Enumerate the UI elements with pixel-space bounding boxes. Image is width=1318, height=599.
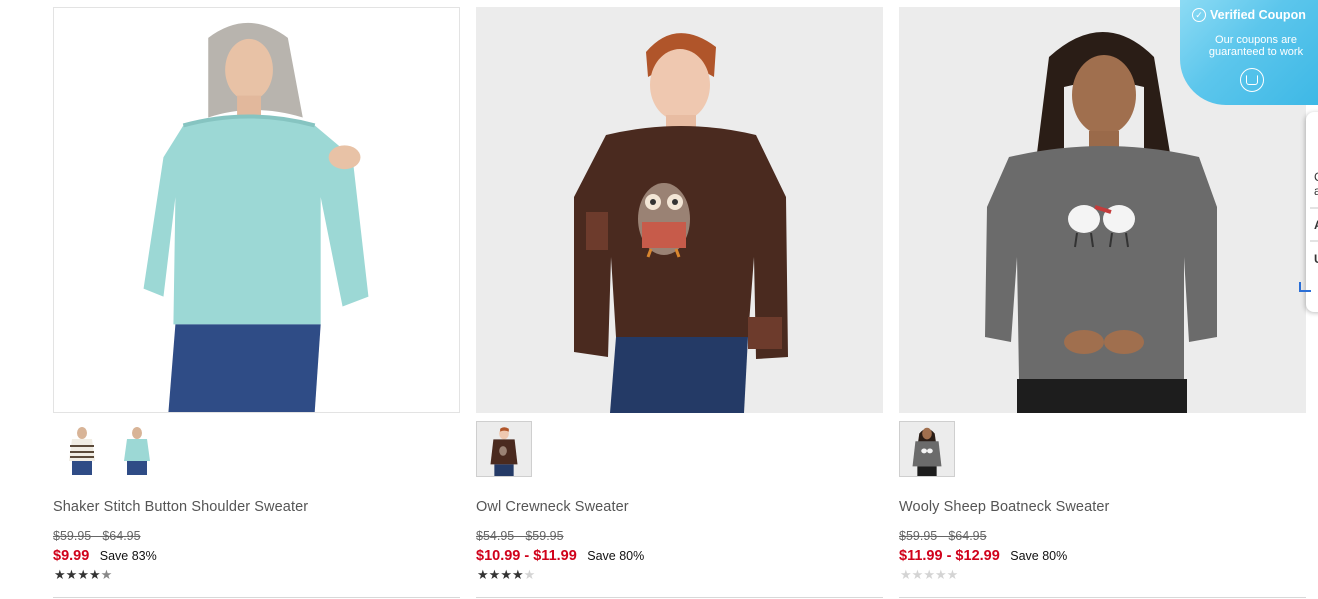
rating-stars: ★★★★★ xyxy=(477,567,535,583)
star-empty-icon: ★ xyxy=(911,567,924,582)
star-full-icon: ★ xyxy=(511,567,524,582)
coupon-header: ✓ Verified Coupon xyxy=(1192,8,1306,22)
save-percent: Save 80% xyxy=(1010,549,1068,563)
thumbnail-strip xyxy=(899,421,955,479)
side-panel-divider xyxy=(1310,207,1318,209)
star-empty-icon: ★ xyxy=(523,567,536,582)
price-row: $11.99 - $12.99 Save 80% xyxy=(899,547,1067,565)
star-half-icon: ★ xyxy=(100,567,113,582)
thumbnail-strip xyxy=(53,421,165,479)
product-title[interactable]: Shaker Stitch Button Shoulder Sweater xyxy=(53,499,308,515)
star-full-icon: ★ xyxy=(88,567,101,582)
price-row: $9.99 Save 83% xyxy=(53,547,157,565)
side-panel-text: a xyxy=(1314,184,1318,198)
product-card[interactable]: Owl Crewneck Sweater $54.95 - $59.95 $10… xyxy=(476,7,883,599)
divider xyxy=(476,597,883,598)
star-empty-icon: ★ xyxy=(923,567,935,582)
rating-stars: ★★★★★ xyxy=(54,567,112,583)
coupon-logo-icon[interactable] xyxy=(1240,68,1264,92)
coupon-subtitle: Our coupons are guaranteed to work xyxy=(1208,34,1304,58)
divider xyxy=(53,597,460,598)
thumbnail-sheep-sweater[interactable] xyxy=(899,421,955,477)
star-empty-icon: ★ xyxy=(946,567,959,582)
price-row: $10.99 - $11.99 Save 80% xyxy=(476,547,644,565)
side-panel-text: A xyxy=(1314,218,1318,232)
original-price: $59.95 - $64.95 xyxy=(53,529,141,543)
star-full-icon: ★ xyxy=(500,567,512,582)
save-percent: Save 83% xyxy=(99,549,157,563)
product-image[interactable] xyxy=(476,7,883,413)
verified-coupon-widget[interactable]: ✓ Verified Coupon Our coupons are guaran… xyxy=(1180,0,1318,105)
side-panel-text: C xyxy=(1314,170,1318,184)
sale-price: $9.99 xyxy=(53,548,90,564)
thumbnail-striped-sweater[interactable] xyxy=(53,421,109,477)
star-full-icon: ★ xyxy=(77,567,89,582)
product-card[interactable]: Shaker Stitch Button Shoulder Sweater $5… xyxy=(53,7,460,599)
product-image[interactable] xyxy=(53,7,460,413)
star-full-icon: ★ xyxy=(477,567,489,582)
original-price: $54.95 - $59.95 xyxy=(476,529,564,543)
side-panel-divider xyxy=(1310,240,1318,242)
corner-bracket-icon xyxy=(1299,282,1311,292)
side-panel[interactable]: C a A U xyxy=(1299,112,1318,312)
star-empty-icon: ★ xyxy=(934,567,947,582)
star-empty-icon: ★ xyxy=(900,567,912,582)
thumbnail-owl-sweater[interactable] xyxy=(476,421,532,477)
sale-price: $11.99 - $12.99 xyxy=(899,548,1000,564)
original-price: $59.95 - $64.95 xyxy=(899,529,987,543)
side-panel-text: U xyxy=(1314,252,1318,266)
star-full-icon: ★ xyxy=(488,567,501,582)
divider xyxy=(899,597,1306,598)
rating-stars: ★★★★★ xyxy=(900,567,958,583)
save-percent: Save 80% xyxy=(587,549,645,563)
check-circle-icon: ✓ xyxy=(1192,8,1206,22)
product-title[interactable]: Owl Crewneck Sweater xyxy=(476,499,629,515)
thumbnail-aqua-sweater[interactable] xyxy=(109,421,165,477)
sale-price: $10.99 - $11.99 xyxy=(476,548,577,564)
star-full-icon: ★ xyxy=(65,567,78,582)
product-title[interactable]: Wooly Sheep Boatneck Sweater xyxy=(899,499,1110,515)
coupon-title: Verified Coupon xyxy=(1210,8,1306,22)
thumbnail-strip xyxy=(476,421,532,479)
star-full-icon: ★ xyxy=(54,567,66,582)
